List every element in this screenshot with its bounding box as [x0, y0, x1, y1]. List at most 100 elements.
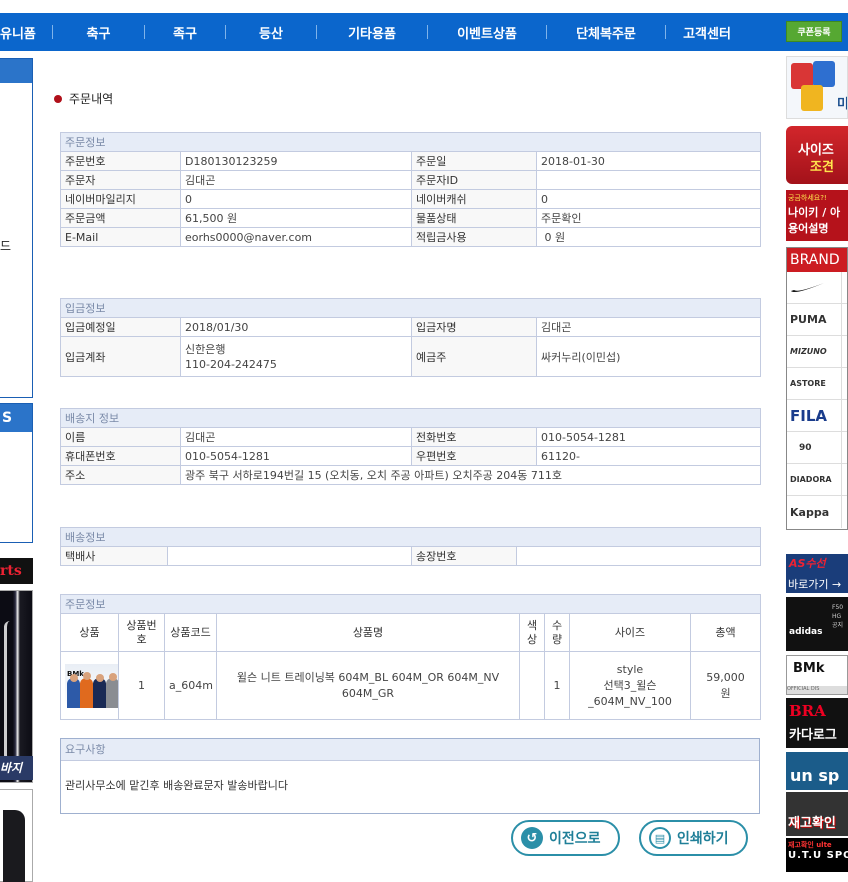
- left-category-box: 드: [0, 58, 33, 398]
- value-phone: 010-5054-1281: [535, 427, 762, 447]
- pants-stripe: [4, 621, 28, 761]
- shipping-address-table: 배송지 정보 이름 김대곤 전화번호 010-5054-1281 휴대폰번호 010-5…: [59, 408, 762, 485]
- terms-banner-line2: 용어설명: [788, 222, 829, 235]
- brand-logo-divider: [841, 496, 847, 528]
- value-order-date: 2018-01-30: [535, 151, 762, 171]
- brand-logo-divider: [841, 432, 847, 463]
- brand-logo-90[interactable]: 90: [787, 432, 847, 464]
- left-product-image[interactable]: [0, 590, 33, 783]
- left-box-text-fragment[interactable]: 드: [0, 237, 11, 254]
- brand-logo-fila[interactable]: FILA: [787, 400, 847, 432]
- paint-banner[interactable]: 미: [786, 56, 848, 119]
- table-row: BMk 1 a_604m 윌슨 니트 트레이닝복 604M_BL 604M_OR…: [60, 651, 762, 720]
- brand-logo-kappa[interactable]: Kappa: [787, 496, 847, 528]
- label-item-status: 물품상태: [411, 208, 537, 228]
- catalog-banner-title: BRA: [789, 702, 826, 720]
- terms-banner[interactable]: 궁금하세요?! 나이키 / 아 용어설명: [786, 190, 848, 241]
- nike-swoosh-icon: [791, 282, 824, 292]
- brand-logo-divider: [841, 336, 847, 367]
- value-account: 신한은행 110-204-242475: [180, 336, 412, 377]
- nav-item-misc[interactable]: 기타용품: [317, 23, 427, 42]
- label-naver-cash: 네이버캐쉬: [411, 189, 537, 209]
- item-size: style 선택3_윌슨 _604M_NV_100: [569, 651, 691, 720]
- back-arrow-icon: ↺: [521, 827, 543, 849]
- product-thumbnail[interactable]: BMk: [65, 663, 118, 708]
- adidas-logo: adidas: [789, 627, 823, 637]
- section-title: 배송지 정보: [59, 408, 762, 428]
- paint-can-blue: [813, 61, 835, 87]
- brand-catalog-banner[interactable]: BRA 카다로그: [786, 698, 848, 748]
- model-figure: [93, 677, 106, 708]
- section-title: 요구사항: [61, 739, 759, 761]
- label-email: E-Mail: [60, 227, 181, 247]
- product-thumbnail-cell[interactable]: BMk: [60, 651, 119, 720]
- brand-logo-diadora[interactable]: DIADORA: [787, 464, 847, 496]
- label-orderer-id: 주문자ID: [411, 170, 537, 190]
- section-title: 주문정보: [59, 132, 762, 152]
- catalog-banner-subtitle: 카다로그: [789, 728, 837, 743]
- terms-banner-line1: 나이키 / 아: [788, 206, 841, 219]
- model-head: [70, 673, 78, 682]
- as-banner-link: 바로가기 →: [788, 578, 842, 591]
- nav-item-customer-center[interactable]: 고객센터: [666, 23, 748, 42]
- value-order-amount: 61,500 원: [180, 208, 412, 228]
- order-items-table: 주문정보 상품 상품번호 상품코드 상품명 색상 수량 사이즈 총액 BMk 1…: [59, 594, 762, 720]
- bmk-banner-sub: OFFICIAL DIS: [787, 686, 847, 694]
- left-box-2: S: [0, 403, 33, 543]
- model-head: [96, 673, 104, 682]
- adidas-banner[interactable]: adidas F50 HG 공지: [786, 597, 848, 651]
- size-banner-subtitle: 조견: [810, 160, 834, 175]
- nav-item-group-order[interactable]: 단체복주문: [547, 23, 665, 42]
- bmk-banner[interactable]: BMk OFFICIAL DIS: [786, 655, 848, 695]
- label-zip: 우편번호: [411, 446, 537, 466]
- as-banner-top: [786, 538, 848, 554]
- top-nav: 유니폼 축구 족구 등산 기타용품 이벤트상품 단체복주문 고객센터 쿠폰등록: [0, 13, 848, 51]
- brand-logo-astore[interactable]: ASTORE: [787, 368, 847, 400]
- stock-check-text: 재고확인: [788, 816, 836, 831]
- section-title: 입금정보: [59, 298, 762, 318]
- value-address: 광주 북구 서하로194번길 15 (오치동, 오치 주공 아파트) 오치주공 …: [179, 465, 762, 485]
- nav-item-jokgu[interactable]: 족구: [145, 23, 225, 42]
- bank-name: 신한은행: [185, 342, 226, 356]
- nav-item-uniform[interactable]: 유니폼: [0, 23, 52, 42]
- label-deposit-date: 입금예정일: [60, 317, 181, 337]
- size-line: _604M_NV_100: [588, 694, 672, 708]
- unsports-banner[interactable]: un sp: [786, 752, 848, 790]
- item-code: a_604m: [164, 651, 217, 720]
- left-sports-banner[interactable]: rts: [0, 558, 33, 584]
- value-carrier: [167, 546, 412, 566]
- coupon-register-button[interactable]: 쿠폰등록: [786, 21, 842, 42]
- size-line: 선택3_윌슨: [603, 678, 657, 692]
- item-color: [519, 651, 545, 720]
- as-repair-banner[interactable]: AS수선 바로가기 →: [786, 538, 848, 593]
- back-button[interactable]: ↺ 이전으로: [511, 820, 620, 856]
- brand-logo-divider: [841, 368, 847, 399]
- nav-item-hiking[interactable]: 등산: [226, 23, 316, 42]
- print-button[interactable]: ▤ 인쇄하기: [639, 820, 748, 856]
- nav-item-event[interactable]: 이벤트상품: [428, 23, 546, 42]
- brand-name: Kappa: [790, 505, 830, 519]
- section-title: 배송정보: [59, 527, 762, 547]
- value-orderer-id: [535, 170, 762, 190]
- brand-logo-nike[interactable]: [787, 272, 847, 304]
- brand-name: DIADORA: [790, 475, 832, 484]
- label-mobile: 휴대폰번호: [60, 446, 181, 466]
- label-address: 주소: [60, 465, 181, 485]
- nav-item-soccer[interactable]: 축구: [53, 23, 144, 42]
- brand-name: 90: [799, 442, 812, 453]
- brand-logo-puma[interactable]: PUMA: [787, 304, 847, 336]
- value-account-holder: 싸커누리(이민섭): [535, 336, 762, 377]
- left-product-image-2[interactable]: [0, 789, 33, 882]
- size-chart-banner[interactable]: 사이즈 조견: [786, 126, 848, 184]
- brand-logo-mizuno[interactable]: MIZUNO: [787, 336, 847, 368]
- paint-can-yellow: [801, 85, 823, 111]
- utu-sports-banner[interactable]: 재고확인 ulte U.T.U SPO: [786, 838, 848, 872]
- col-header-color: 색상: [519, 613, 545, 652]
- value-zip: 61120-: [535, 446, 762, 466]
- account-number: 110-204-242475: [185, 357, 277, 371]
- left-pants-label[interactable]: 바지: [0, 756, 33, 780]
- stock-check-banner[interactable]: 재고확인: [786, 792, 848, 836]
- item-name[interactable]: 윌슨 니트 트레이닝복 604M_BL 604M_OR 604M_NV 604M…: [216, 651, 520, 720]
- bmk-logo: BMk: [793, 661, 825, 676]
- request-box: 요구사항 관리사무소에 맡긴후 배송완료문자 발송바랍니다: [60, 738, 760, 814]
